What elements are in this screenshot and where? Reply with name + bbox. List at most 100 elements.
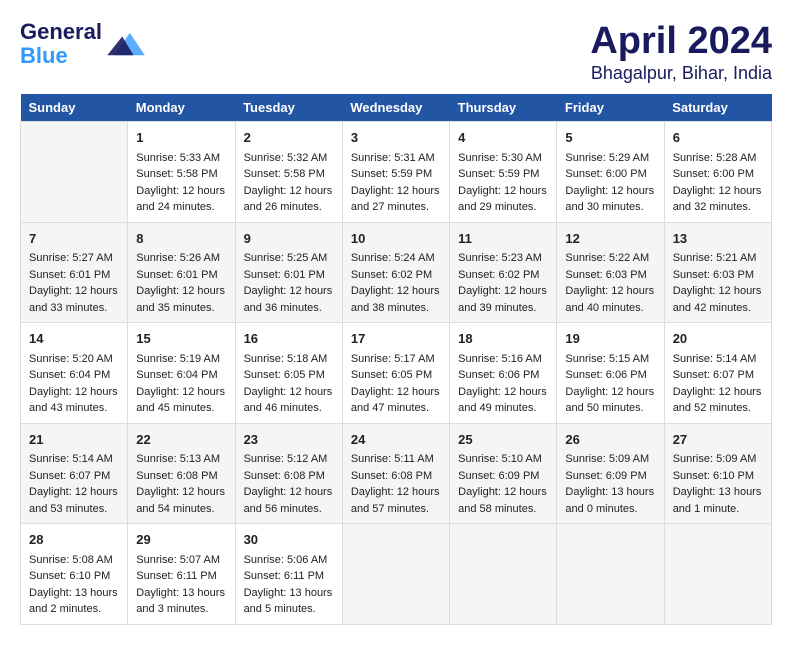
day-info: and 3 minutes. bbox=[136, 601, 226, 618]
day-info: Sunrise: 5:20 AM bbox=[29, 351, 119, 368]
day-info: and 38 minutes. bbox=[351, 300, 441, 317]
day-info: Sunset: 6:04 PM bbox=[136, 367, 226, 384]
day-number: 30 bbox=[244, 530, 334, 550]
day-info: Sunrise: 5:10 AM bbox=[458, 451, 548, 468]
location: Bhagalpur, Bihar, India bbox=[590, 63, 772, 84]
day-info: and 2 minutes. bbox=[29, 601, 119, 618]
day-info: and 42 minutes. bbox=[673, 300, 763, 317]
day-info: Sunrise: 5:25 AM bbox=[244, 250, 334, 267]
day-info: Sunset: 6:09 PM bbox=[565, 468, 655, 485]
day-number: 23 bbox=[244, 430, 334, 450]
day-info: Sunset: 6:04 PM bbox=[29, 367, 119, 384]
day-info: Daylight: 12 hours bbox=[351, 183, 441, 200]
day-number: 1 bbox=[136, 128, 226, 148]
day-number: 6 bbox=[673, 128, 763, 148]
day-info: Sunset: 6:02 PM bbox=[351, 267, 441, 284]
calendar-cell: 29Sunrise: 5:07 AMSunset: 6:11 PMDayligh… bbox=[128, 524, 235, 625]
day-info: Sunrise: 5:29 AM bbox=[565, 150, 655, 167]
day-info: and 1 minute. bbox=[673, 501, 763, 518]
calendar-cell: 15Sunrise: 5:19 AMSunset: 6:04 PMDayligh… bbox=[128, 323, 235, 424]
month-title: April 2024 bbox=[590, 20, 772, 63]
calendar-cell: 17Sunrise: 5:17 AMSunset: 6:05 PMDayligh… bbox=[342, 323, 449, 424]
day-info: and 5 minutes. bbox=[244, 601, 334, 618]
day-info: Sunset: 6:01 PM bbox=[244, 267, 334, 284]
day-info: Sunset: 6:05 PM bbox=[244, 367, 334, 384]
day-info: Sunrise: 5:21 AM bbox=[673, 250, 763, 267]
day-number: 28 bbox=[29, 530, 119, 550]
day-info: Daylight: 12 hours bbox=[244, 484, 334, 501]
title-block: April 2024 Bhagalpur, Bihar, India bbox=[590, 20, 772, 84]
day-info: Sunset: 6:03 PM bbox=[565, 267, 655, 284]
day-info: Daylight: 12 hours bbox=[458, 283, 548, 300]
day-info: Daylight: 13 hours bbox=[244, 585, 334, 602]
day-info: Sunrise: 5:33 AM bbox=[136, 150, 226, 167]
day-info: and 26 minutes. bbox=[244, 199, 334, 216]
logo: GeneralBlue bbox=[20, 20, 146, 68]
day-info: Daylight: 12 hours bbox=[565, 283, 655, 300]
calendar-cell: 11Sunrise: 5:23 AMSunset: 6:02 PMDayligh… bbox=[450, 222, 557, 323]
day-number: 11 bbox=[458, 229, 548, 249]
weekday-header: Tuesday bbox=[235, 94, 342, 122]
day-info: Sunrise: 5:23 AM bbox=[458, 250, 548, 267]
calendar-cell: 20Sunrise: 5:14 AMSunset: 6:07 PMDayligh… bbox=[664, 323, 771, 424]
calendar-table: SundayMondayTuesdayWednesdayThursdayFrid… bbox=[20, 94, 772, 625]
calendar-week-row: 1 Sunrise: 5:33 AMSunset: 5:58 PM Daylight… bbox=[21, 122, 772, 223]
weekday-header: Monday bbox=[128, 94, 235, 122]
day-info: Sunrise: 5:09 AM bbox=[673, 451, 763, 468]
day-info: Daylight: 12 hours bbox=[244, 183, 334, 200]
day-info: Sunrise: 5:12 AM bbox=[244, 451, 334, 468]
calendar-cell: 19Sunrise: 5:15 AMSunset: 6:06 PMDayligh… bbox=[557, 323, 664, 424]
day-info: and 50 minutes. bbox=[565, 400, 655, 417]
day-info: Daylight: 12 hours bbox=[351, 384, 441, 401]
calendar-week-row: 28Sunrise: 5:08 AMSunset: 6:10 PMDayligh… bbox=[21, 524, 772, 625]
calendar-cell bbox=[557, 524, 664, 625]
day-number: 10 bbox=[351, 229, 441, 249]
weekday-header: Wednesday bbox=[342, 94, 449, 122]
day-info: Sunrise: 5:30 AM bbox=[458, 150, 548, 167]
day-info: and 29 minutes. bbox=[458, 199, 548, 216]
day-info: Sunrise: 5:15 AM bbox=[565, 351, 655, 368]
day-info: and 32 minutes. bbox=[673, 199, 763, 216]
day-number: 21 bbox=[29, 430, 119, 450]
day-info: and 45 minutes. bbox=[136, 400, 226, 417]
day-info: Sunrise: 5:17 AM bbox=[351, 351, 441, 368]
day-info: Sunset: 6:00 PM bbox=[565, 166, 655, 183]
calendar-cell bbox=[664, 524, 771, 625]
calendar-cell: 24Sunrise: 5:11 AMSunset: 6:08 PMDayligh… bbox=[342, 423, 449, 524]
day-number: 2 bbox=[244, 128, 334, 148]
day-info: Daylight: 12 hours bbox=[351, 283, 441, 300]
day-number: 29 bbox=[136, 530, 226, 550]
day-info: and 53 minutes. bbox=[29, 501, 119, 518]
day-info: Daylight: 12 hours bbox=[673, 183, 763, 200]
calendar-cell: 25Sunrise: 5:10 AMSunset: 6:09 PMDayligh… bbox=[450, 423, 557, 524]
calendar-cell: 13Sunrise: 5:21 AMSunset: 6:03 PMDayligh… bbox=[664, 222, 771, 323]
day-info: and 40 minutes. bbox=[565, 300, 655, 317]
day-info: and 49 minutes. bbox=[458, 400, 548, 417]
day-info: Sunrise: 5:27 AM bbox=[29, 250, 119, 267]
day-info: and 46 minutes. bbox=[244, 400, 334, 417]
day-info: Daylight: 12 hours bbox=[244, 384, 334, 401]
day-info: and 24 minutes. bbox=[136, 199, 226, 216]
day-info: and 56 minutes. bbox=[244, 501, 334, 518]
day-info: Sunset: 6:06 PM bbox=[458, 367, 548, 384]
calendar-cell bbox=[342, 524, 449, 625]
calendar-week-row: 21Sunrise: 5:14 AMSunset: 6:07 PMDayligh… bbox=[21, 423, 772, 524]
logo-icon bbox=[106, 29, 146, 59]
day-info: Sunrise: 5:06 AM bbox=[244, 552, 334, 569]
day-info: Sunrise: 5:32 AM bbox=[244, 150, 334, 167]
day-number: 18 bbox=[458, 329, 548, 349]
day-number: 4 bbox=[458, 128, 548, 148]
page-header: GeneralBlue April 2024 Bhagalpur, Bihar,… bbox=[20, 20, 772, 84]
day-number: 5 bbox=[565, 128, 655, 148]
day-info: and 30 minutes. bbox=[565, 199, 655, 216]
day-info: Sunset: 6:00 PM bbox=[673, 166, 763, 183]
day-info: Daylight: 12 hours bbox=[29, 384, 119, 401]
day-info: Sunrise: 5:28 AM bbox=[673, 150, 763, 167]
day-info: Sunrise: 5:11 AM bbox=[351, 451, 441, 468]
day-info: Sunrise: 5:18 AM bbox=[244, 351, 334, 368]
day-info: Sunset: 5:58 PM bbox=[136, 166, 226, 183]
logo-text: GeneralBlue bbox=[20, 20, 102, 68]
day-info: Daylight: 12 hours bbox=[136, 484, 226, 501]
day-info: and 0 minutes. bbox=[565, 501, 655, 518]
header-row: SundayMondayTuesdayWednesdayThursdayFrid… bbox=[21, 94, 772, 122]
